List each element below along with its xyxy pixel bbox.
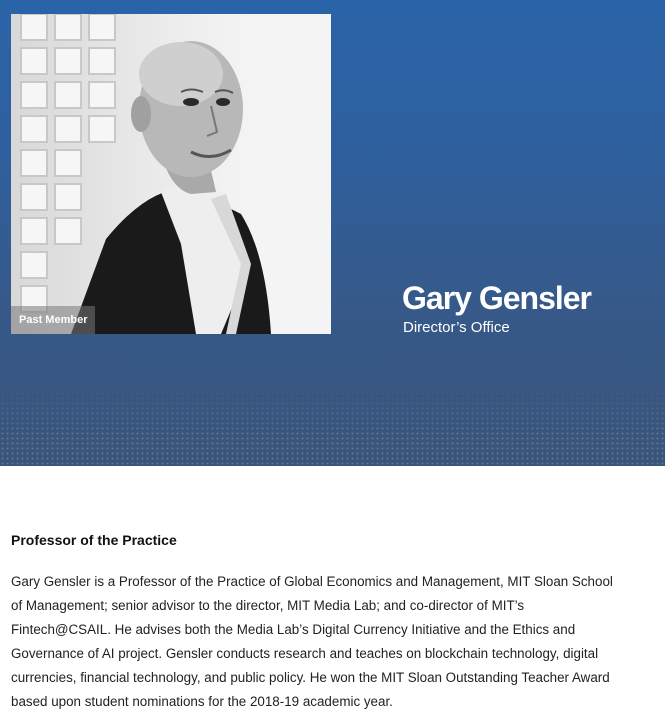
- role-title: Professor of the Practice: [11, 532, 177, 548]
- person-name: Gary Gensler: [402, 280, 592, 316]
- profile-photo: [11, 14, 331, 334]
- dot-pattern: [0, 386, 665, 466]
- profile-header: Past Member Gary Gensler Director’s Offi…: [0, 0, 665, 466]
- status-badge: Past Member: [11, 306, 96, 334]
- bio-section: Professor of the Practice Gary Gensler i…: [11, 532, 623, 714]
- bio-text: Gary Gensler is a Professor of the Pract…: [11, 574, 613, 709]
- department-link[interactable]: Director’s Office: [403, 319, 510, 336]
